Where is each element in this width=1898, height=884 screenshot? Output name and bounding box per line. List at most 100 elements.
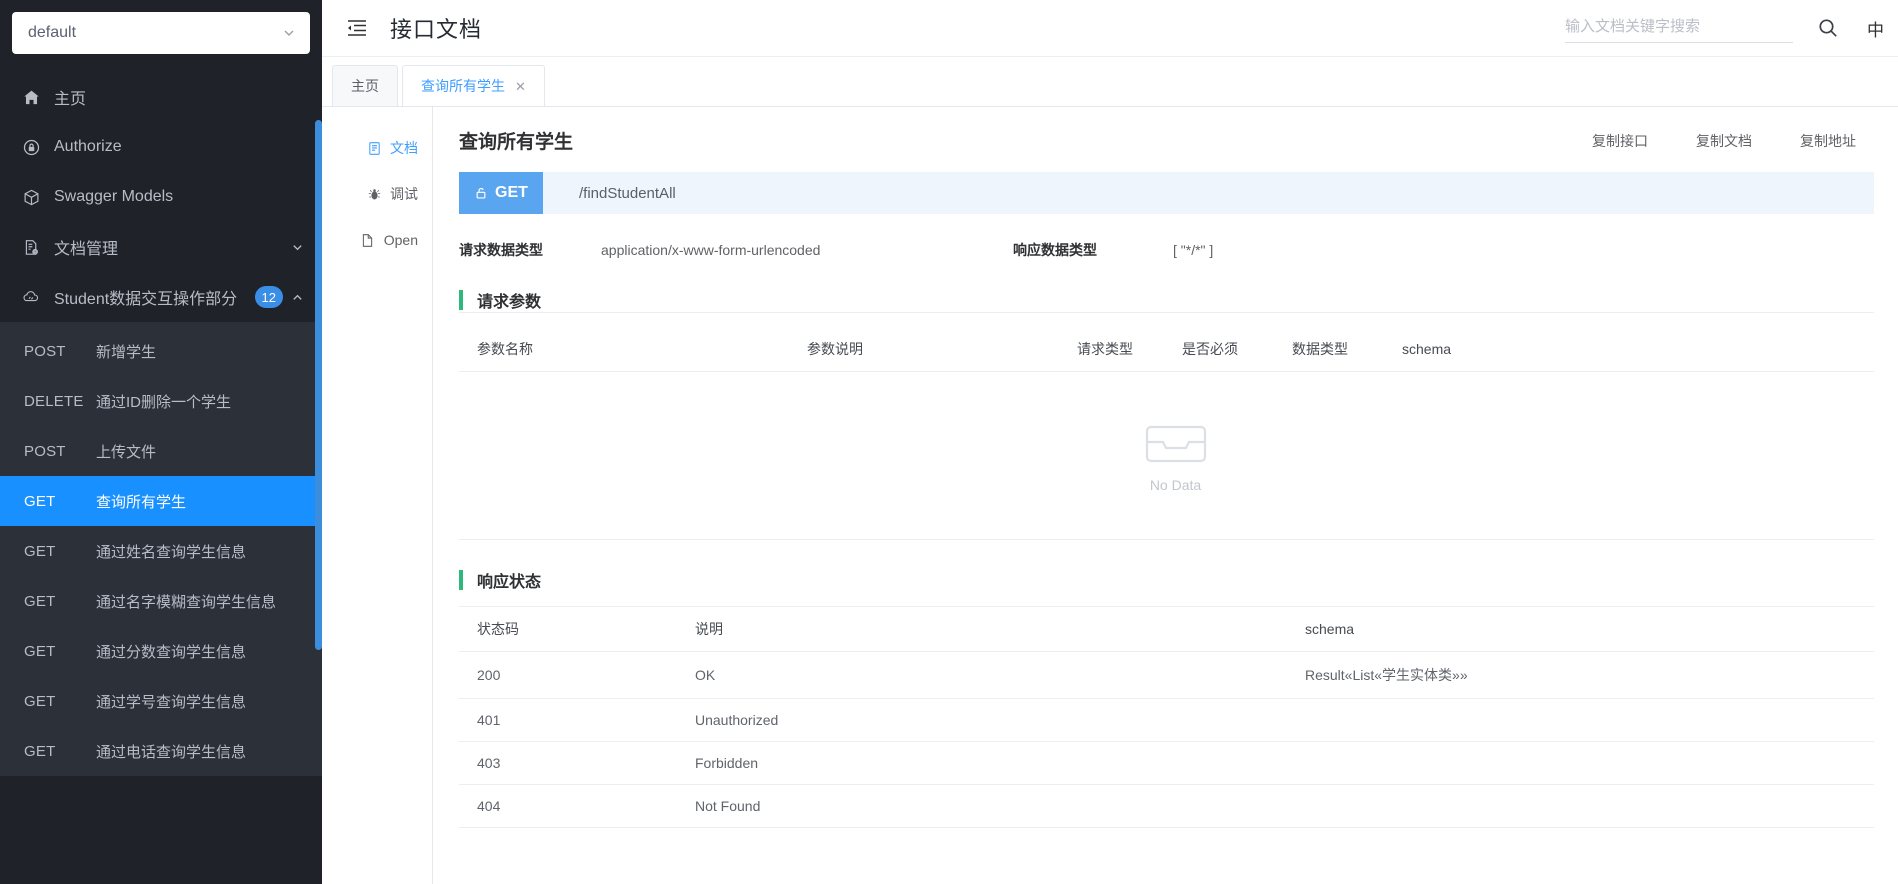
col-status-code: 状态码 (459, 606, 677, 652)
search-icon[interactable] (1815, 15, 1841, 41)
sidebar-endpoint-item-active[interactable]: GET 查询所有学生 (0, 476, 322, 526)
no-data-placeholder: No Data (1145, 418, 1207, 493)
tabbar: 主页 查询所有学生 ✕ (322, 57, 1898, 107)
cube-icon (20, 186, 42, 208)
cloud-icon (20, 286, 42, 308)
tab-document[interactable]: 文档 (322, 125, 432, 171)
sidebar: default 主页 Authorize Swagger Models 文档管理… (0, 0, 322, 884)
sidebar-item-home[interactable]: 主页 (0, 72, 322, 122)
endpoint-name: 通过分数查询学生信息 (96, 643, 247, 661)
table-row: 200 OK Result«List«学生实体类»» (459, 651, 1874, 699)
sidebar-group-student[interactable]: Student数据交互操作部分 12 (0, 272, 322, 322)
method-label: GET (495, 184, 528, 201)
endpoint-url-row: GET /findStudentAll (459, 172, 1874, 214)
table-header-row: 状态码 说明 schema (459, 606, 1874, 652)
status-desc-cell: Forbidden (677, 741, 1287, 785)
document-header: 查询所有学生 复制接口 复制文档 复制地址 (459, 127, 1874, 154)
col-data-type: 数据类型 (1274, 327, 1384, 372)
sidebar-scrollbar[interactable] (315, 120, 322, 650)
tab-find-student-all[interactable]: 查询所有学生 ✕ (402, 65, 545, 106)
page-title: 接口文档 (390, 17, 483, 42)
sidebar-item-doc-management[interactable]: 文档管理 (0, 222, 322, 272)
language-toggle-button[interactable]: 中 (1867, 16, 1890, 41)
col-status-schema: schema (1287, 606, 1874, 652)
copy-address-button[interactable]: 复制地址 (1800, 131, 1856, 151)
sidebar-endpoint-item[interactable]: POST 新增学生 (0, 326, 322, 376)
sidebar-endpoint-item[interactable]: GET 通过电话查询学生信息 (0, 726, 322, 776)
tab-open[interactable]: Open (322, 217, 432, 263)
sidebar-menu: 主页 Authorize Swagger Models 文档管理 Student… (0, 72, 322, 776)
search-input[interactable] (1565, 13, 1793, 43)
tab-home[interactable]: 主页 (332, 65, 398, 106)
empty-box-icon (1145, 418, 1207, 467)
sidebar-submenu: POST 新增学生 DELETE 通过ID删除一个学生 POST 上传文件 GE… (0, 322, 322, 776)
sidebar-group-badge: 12 (254, 286, 283, 308)
sidebar-endpoint-item[interactable]: GET 通过名字模糊查询学生信息 (0, 576, 322, 626)
col-param-name: 参数名称 (459, 327, 789, 372)
sidebar-endpoint-item[interactable]: DELETE 通过ID删除一个学生 (0, 376, 322, 426)
tab-label: 主页 (351, 78, 379, 94)
sidebar-endpoint-item[interactable]: GET 通过姓名查询学生信息 (0, 526, 322, 576)
col-param-desc: 参数说明 (789, 327, 1059, 372)
tab-label: 文档 (390, 140, 418, 156)
col-required: 是否必须 (1164, 327, 1274, 372)
unlock-icon (474, 186, 488, 200)
topbar-right: 中 (1565, 13, 1898, 43)
topbar: 接口文档 中 (322, 0, 1898, 57)
no-data-text: No Data (1149, 477, 1202, 493)
request-params-table: 参数名称 参数说明 请求类型 是否必须 数据类型 schema No Data (459, 327, 1874, 540)
endpoint-method: DELETE (24, 392, 84, 410)
table-row: 401 Unauthorized (459, 698, 1874, 742)
project-select-value: default (28, 24, 77, 41)
app-root: default 主页 Authorize Swagger Models 文档管理… (0, 0, 1898, 884)
chevron-down-icon (282, 26, 296, 40)
endpoint-method: POST (24, 342, 66, 360)
bug-icon (366, 186, 382, 202)
status-schema-cell: Result«List«学生实体类»» (1287, 651, 1874, 699)
sidebar-item-label: Authorize (54, 138, 122, 155)
endpoint-path: /findStudentAll (579, 184, 676, 202)
vertical-tabs: 文档 调试 Open (322, 107, 432, 884)
sidebar-item-authorize[interactable]: Authorize (0, 122, 322, 172)
sidebar-item-swagger-models[interactable]: Swagger Models (0, 172, 322, 222)
endpoint-name: 通过电话查询学生信息 (96, 743, 247, 761)
table-row: 403 Forbidden (459, 741, 1874, 785)
tab-debug[interactable]: 调试 (322, 171, 432, 217)
endpoint-name: 通过学号查询学生信息 (96, 693, 247, 711)
sidebar-endpoint-item[interactable]: GET 通过分数查询学生信息 (0, 626, 322, 676)
copy-document-button[interactable]: 复制文档 (1696, 131, 1752, 151)
data-types-row: 请求数据类型 application/x-www-form-urlencoded… (459, 240, 1874, 260)
main-area: 接口文档 中 主页 查询所有学生 ✕ (322, 0, 1898, 884)
status-schema-cell (1287, 698, 1874, 742)
status-schema-cell (1287, 741, 1874, 785)
copy-interface-button[interactable]: 复制接口 (1592, 131, 1648, 151)
table-header-row: 参数名称 参数说明 请求类型 是否必须 数据类型 schema (459, 327, 1874, 372)
endpoint-method: GET (24, 742, 56, 760)
close-icon[interactable]: ✕ (515, 80, 526, 93)
request-type-label: 请求数据类型 (459, 242, 543, 258)
status-code-cell: 401 (459, 698, 677, 742)
col-status-desc: 说明 (677, 606, 1287, 652)
chevron-up-icon (291, 291, 304, 304)
document-actions: 复制接口 复制文档 复制地址 (1592, 131, 1874, 151)
status-code-cell: 404 (459, 784, 677, 828)
request-type-value: application/x-www-form-urlencoded (601, 242, 821, 258)
sidebar-endpoint-item[interactable]: POST 上传文件 (0, 426, 322, 476)
status-code-cell: 403 (459, 741, 677, 785)
collapse-menu-icon[interactable] (344, 15, 370, 41)
api-title: 查询所有学生 (459, 132, 574, 153)
method-badge: GET (459, 172, 543, 214)
endpoint-name: 查询所有学生 (96, 493, 187, 511)
chevron-down-icon (291, 241, 304, 254)
col-request-type: 请求类型 (1059, 327, 1164, 372)
sidebar-endpoint-item[interactable]: GET 通过学号查询学生信息 (0, 676, 322, 726)
project-select[interactable]: default (12, 12, 310, 54)
project-select-wrapper: default (0, 0, 322, 54)
file-icon (360, 232, 376, 248)
response-type-label: 响应数据类型 (1013, 242, 1097, 258)
request-params-table-wrap: 参数名称 参数说明 请求类型 是否必须 数据类型 schema No Data (459, 312, 1874, 540)
sidebar-item-label: 文档管理 (54, 241, 119, 258)
endpoint-name: 新增学生 (96, 343, 157, 361)
tab-label: 调试 (390, 186, 418, 202)
endpoint-name: 通过姓名查询学生信息 (96, 543, 247, 561)
